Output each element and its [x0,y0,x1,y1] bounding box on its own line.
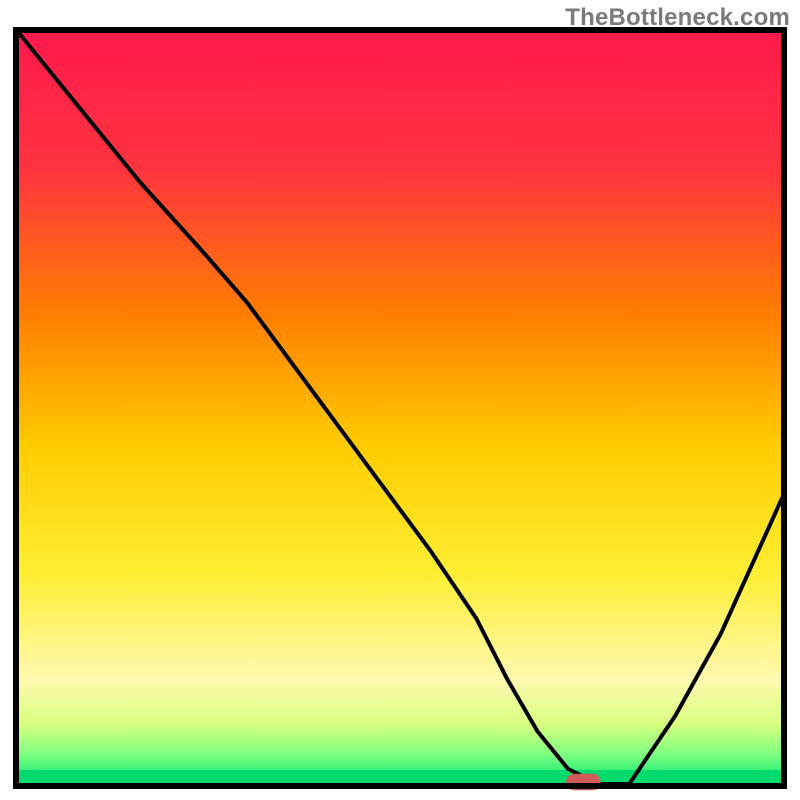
plot-area [16,30,784,790]
green-band [18,770,782,784]
gradient-background [18,32,782,784]
watermark-text: TheBottleneck.com [565,4,790,32]
bottleneck-chart [0,0,800,800]
chart-container: TheBottleneck.com [0,0,800,800]
